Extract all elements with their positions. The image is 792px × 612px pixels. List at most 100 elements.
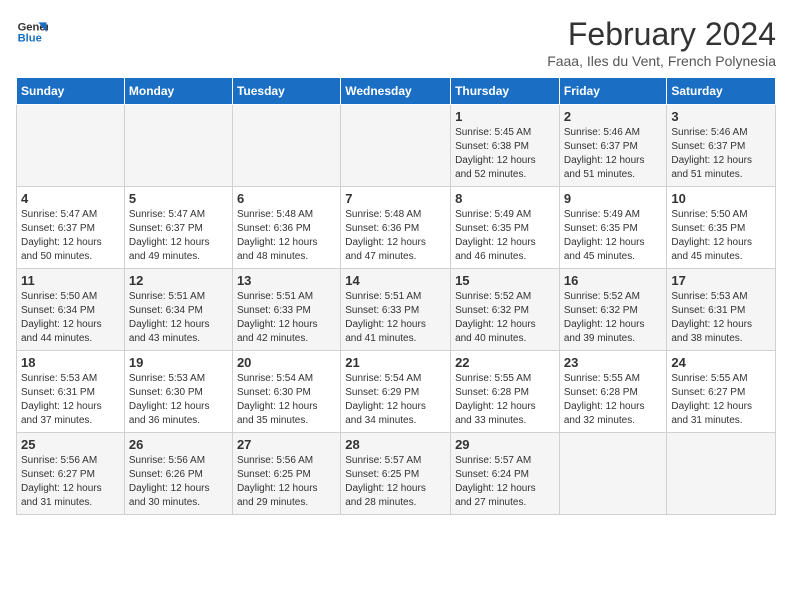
day-number: 28 xyxy=(345,437,446,452)
day-number: 22 xyxy=(455,355,555,370)
day-info: Sunrise: 5:55 AM Sunset: 6:28 PM Dayligh… xyxy=(564,372,663,428)
day-info: Sunrise: 5:48 AM Sunset: 6:36 PM Dayligh… xyxy=(237,208,336,264)
day-info: Sunrise: 5:49 AM Sunset: 6:35 PM Dayligh… xyxy=(455,208,555,264)
subtitle: Faaa, Iles du Vent, French Polynesia xyxy=(547,53,776,69)
weekday-header-sunday: Sunday xyxy=(17,78,125,105)
calendar-cell: 29 Sunrise: 5:57 AM Sunset: 6:24 PM Dayli… xyxy=(451,433,560,515)
title-area: February 2024 Faaa, Iles du Vent, French… xyxy=(547,16,776,69)
calendar-cell: 6 Sunrise: 5:48 AM Sunset: 6:36 PM Daylig… xyxy=(232,187,340,269)
svg-text:Blue: Blue xyxy=(18,33,42,45)
day-info: Sunrise: 5:55 AM Sunset: 6:28 PM Dayligh… xyxy=(455,372,555,428)
day-info: Sunrise: 5:53 AM Sunset: 6:31 PM Dayligh… xyxy=(671,290,771,346)
day-number: 7 xyxy=(345,191,446,206)
day-info: Sunrise: 5:47 AM Sunset: 6:37 PM Dayligh… xyxy=(21,208,120,264)
calendar-cell: 11 Sunrise: 5:50 AM Sunset: 6:34 PM Dayli… xyxy=(17,269,125,351)
calendar-cell: 5 Sunrise: 5:47 AM Sunset: 6:37 PM Daylig… xyxy=(124,187,232,269)
calendar-cell: 8 Sunrise: 5:49 AM Sunset: 6:35 PM Daylig… xyxy=(451,187,560,269)
header: General Blue February 2024 Faaa, Iles du… xyxy=(16,16,776,69)
calendar-cell: 21 Sunrise: 5:54 AM Sunset: 6:29 PM Dayli… xyxy=(341,351,451,433)
calendar-cell: 15Sunrise: 5:52 AM Sunset: 6:32 PM Dayli… xyxy=(451,269,560,351)
day-number: 8 xyxy=(455,191,555,206)
day-number: 11 xyxy=(21,273,120,288)
calendar-cell: 19 Sunrise: 5:53 AM Sunset: 6:30 PM Dayli… xyxy=(124,351,232,433)
day-number: 13 xyxy=(237,273,336,288)
calendar-table: SundayMondayTuesdayWednesdayThursdayFrid… xyxy=(16,77,776,515)
day-number: 1 xyxy=(455,109,555,124)
day-number: 16 xyxy=(564,273,663,288)
calendar-cell: 20 Sunrise: 5:54 AM Sunset: 6:30 PM Dayli… xyxy=(232,351,340,433)
calendar-cell: 3 Sunrise: 5:46 AM Sunset: 6:37 PM Daylig… xyxy=(667,105,776,187)
day-number: 10 xyxy=(671,191,771,206)
day-number: 29 xyxy=(455,437,555,452)
day-number: 2 xyxy=(564,109,663,124)
day-info: Sunrise: 5:57 AM Sunset: 6:24 PM Dayligh… xyxy=(455,454,555,510)
logo-icon: General Blue xyxy=(16,16,48,48)
calendar-cell: 2 Sunrise: 5:46 AM Sunset: 6:37 PM Daylig… xyxy=(559,105,667,187)
calendar-cell: 26 Sunrise: 5:56 AM Sunset: 6:26 PM Dayli… xyxy=(124,433,232,515)
calendar-cell: 14 Sunrise: 5:51 AM Sunset: 6:33 PM Dayli… xyxy=(341,269,451,351)
day-number: 27 xyxy=(237,437,336,452)
day-number: 15 xyxy=(455,273,555,288)
day-number: 17 xyxy=(671,273,771,288)
day-info: Sunrise: 5:56 AM Sunset: 6:25 PM Dayligh… xyxy=(237,454,336,510)
calendar-cell: 18 Sunrise: 5:53 AM Sunset: 6:31 PM Dayli… xyxy=(17,351,125,433)
day-number: 3 xyxy=(671,109,771,124)
day-info: Sunrise: 5:47 AM Sunset: 6:37 PM Dayligh… xyxy=(129,208,228,264)
day-info: Sunrise: 5:51 AM Sunset: 6:33 PM Dayligh… xyxy=(237,290,336,346)
day-number: 21 xyxy=(345,355,446,370)
calendar-cell: 17 Sunrise: 5:53 AM Sunset: 6:31 PM Dayli… xyxy=(667,269,776,351)
calendar-cell: 24 Sunrise: 5:55 AM Sunset: 6:27 PM Dayli… xyxy=(667,351,776,433)
day-number: 5 xyxy=(129,191,228,206)
day-info: Sunrise: 5:57 AM Sunset: 6:25 PM Dayligh… xyxy=(345,454,446,510)
calendar-cell: 27 Sunrise: 5:56 AM Sunset: 6:25 PM Dayli… xyxy=(232,433,340,515)
day-number: 19 xyxy=(129,355,228,370)
day-info: Sunrise: 5:53 AM Sunset: 6:31 PM Dayligh… xyxy=(21,372,120,428)
day-number: 23 xyxy=(564,355,663,370)
day-info: Sunrise: 5:51 AM Sunset: 6:33 PM Dayligh… xyxy=(345,290,446,346)
day-info: Sunrise: 5:50 AM Sunset: 6:34 PM Dayligh… xyxy=(21,290,120,346)
day-info: Sunrise: 5:53 AM Sunset: 6:30 PM Dayligh… xyxy=(129,372,228,428)
day-info: Sunrise: 5:55 AM Sunset: 6:27 PM Dayligh… xyxy=(671,372,771,428)
calendar-cell: 13 Sunrise: 5:51 AM Sunset: 6:33 PM Dayli… xyxy=(232,269,340,351)
calendar-cell: 25 Sunrise: 5:56 AM Sunset: 6:27 PM Dayli… xyxy=(17,433,125,515)
day-number: 24 xyxy=(671,355,771,370)
weekday-header-saturday: Saturday xyxy=(667,78,776,105)
calendar-cell: 16 Sunrise: 5:52 AM Sunset: 6:32 PM Dayli… xyxy=(559,269,667,351)
calendar-cell xyxy=(124,105,232,187)
calendar-cell: 9 Sunrise: 5:49 AM Sunset: 6:35 PM Daylig… xyxy=(559,187,667,269)
main-title: February 2024 xyxy=(547,16,776,53)
day-info: Sunrise: 5:45 AM Sunset: 6:38 PM Dayligh… xyxy=(455,126,555,182)
calendar-cell xyxy=(341,105,451,187)
calendar-cell: 4 Sunrise: 5:47 AM Sunset: 6:37 PM Daylig… xyxy=(17,187,125,269)
day-info: Sunrise: 5:46 AM Sunset: 6:37 PM Dayligh… xyxy=(671,126,771,182)
logo: General Blue xyxy=(16,16,48,48)
day-number: 6 xyxy=(237,191,336,206)
calendar-cell: 7 Sunrise: 5:48 AM Sunset: 6:36 PM Daylig… xyxy=(341,187,451,269)
calendar-cell: 1 Sunrise: 5:45 AM Sunset: 6:38 PM Daylig… xyxy=(451,105,560,187)
day-number: 12 xyxy=(129,273,228,288)
day-number: 26 xyxy=(129,437,228,452)
day-info: Sunrise: 5:48 AM Sunset: 6:36 PM Dayligh… xyxy=(345,208,446,264)
day-info: Sunrise: 5:56 AM Sunset: 6:26 PM Dayligh… xyxy=(129,454,228,510)
day-number: 9 xyxy=(564,191,663,206)
day-number: 20 xyxy=(237,355,336,370)
day-info: Sunrise: 5:56 AM Sunset: 6:27 PM Dayligh… xyxy=(21,454,120,510)
day-info: Sunrise: 5:54 AM Sunset: 6:29 PM Dayligh… xyxy=(345,372,446,428)
calendar-cell: 23 Sunrise: 5:55 AM Sunset: 6:28 PM Dayli… xyxy=(559,351,667,433)
day-info: Sunrise: 5:54 AM Sunset: 6:30 PM Dayligh… xyxy=(237,372,336,428)
calendar-cell xyxy=(559,433,667,515)
calendar-cell: 12 Sunrise: 5:51 AM Sunset: 6:34 PM Dayli… xyxy=(124,269,232,351)
day-number: 4 xyxy=(21,191,120,206)
weekday-header-tuesday: Tuesday xyxy=(232,78,340,105)
day-info: Sunrise: 5:51 AM Sunset: 6:34 PM Dayligh… xyxy=(129,290,228,346)
day-number: 14 xyxy=(345,273,446,288)
day-number: 18 xyxy=(21,355,120,370)
day-number: 25 xyxy=(21,437,120,452)
day-info: Sunrise: 5:49 AM Sunset: 6:35 PM Dayligh… xyxy=(564,208,663,264)
calendar-cell: 28 Sunrise: 5:57 AM Sunset: 6:25 PM Dayli… xyxy=(341,433,451,515)
day-info: Sunrise: 5:52 AM Sunset: 6:32 PM Dayligh… xyxy=(564,290,663,346)
calendar-cell xyxy=(17,105,125,187)
day-info: Sunrise: 5:46 AM Sunset: 6:37 PM Dayligh… xyxy=(564,126,663,182)
weekday-header-monday: Monday xyxy=(124,78,232,105)
weekday-header-thursday: Thursday xyxy=(451,78,560,105)
